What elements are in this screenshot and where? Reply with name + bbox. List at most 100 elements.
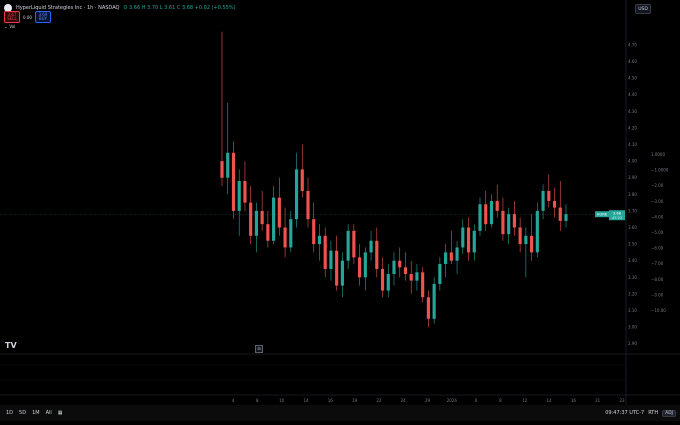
price-tick-label: 2.90 xyxy=(628,341,637,346)
candle-body xyxy=(472,230,476,253)
candle-body xyxy=(352,230,356,258)
candle-body xyxy=(237,181,241,211)
percent-tick-label: −6.00 xyxy=(651,246,664,251)
timeframe-all[interactable]: All xyxy=(46,410,52,416)
currency-button[interactable]: USD xyxy=(635,4,651,14)
candle-body xyxy=(392,260,396,274)
time-tick-label: 4 xyxy=(232,398,235,403)
candle-body xyxy=(386,273,390,291)
candle-body xyxy=(444,252,448,265)
price-tick-label: 4.50 xyxy=(628,76,637,81)
price-tick-label: 3.00 xyxy=(628,325,637,330)
candle-body xyxy=(289,219,293,248)
candle-body xyxy=(283,227,287,248)
time-tick-label: 24 xyxy=(401,398,407,403)
ohlc-values: O 3.66 H 3.70 L 3.61 C 3.68 +0.02 (+0.55… xyxy=(123,5,236,11)
percent-tick-label: −5.00 xyxy=(651,230,664,235)
candle-body xyxy=(272,197,276,241)
candle-body xyxy=(346,230,350,261)
timeframe-1m[interactable]: 1M xyxy=(32,410,40,416)
currency-label: USD xyxy=(638,6,648,12)
time-tick-label: 29 xyxy=(425,398,431,403)
time-tick-label: 16 xyxy=(571,398,577,403)
time-tick-label: 16 xyxy=(328,398,334,403)
candle-body xyxy=(524,235,528,245)
scroll-to-realtime-button[interactable]: ⊟ xyxy=(255,345,263,353)
candle-body xyxy=(369,240,373,253)
time-tick-label: 10 xyxy=(279,398,285,403)
percent-tick-label: −2.00 xyxy=(651,183,664,188)
price-tick-label: 3.70 xyxy=(628,208,637,213)
candle-body xyxy=(461,227,465,248)
candle-body xyxy=(552,200,557,208)
candle-body xyxy=(541,190,545,211)
candle-body xyxy=(358,257,362,278)
candle-body xyxy=(518,227,522,245)
chart-svg[interactable]: 4.70 4.60 4.50 4.40 4.30 4.20 4.10 4.00 3.90 3.80… xyxy=(0,0,680,421)
timeframe-1d[interactable]: 1D xyxy=(6,410,13,416)
candle-body xyxy=(266,224,270,241)
time-tick-label: 14 xyxy=(547,398,553,403)
percent-tick-label: −9.00 xyxy=(651,292,664,297)
price-tick-label: 3.40 xyxy=(628,258,637,263)
candle-body xyxy=(220,161,224,178)
status-area: 09:47:37 UTC-7 RTH ADJ xyxy=(605,405,676,421)
candle-body xyxy=(438,264,442,284)
candle-body xyxy=(489,200,494,225)
price-tick-label: 4.40 xyxy=(628,92,637,97)
price-tick-label: 3.80 xyxy=(628,192,637,197)
price-tag-countdown: 47:23 xyxy=(612,216,622,220)
candle-body xyxy=(226,152,230,178)
sell-button[interactable]: 3.67 SELL xyxy=(4,11,20,23)
price-tick-label: 3.90 xyxy=(628,175,637,180)
time-tick-label: 23 xyxy=(619,398,625,403)
buy-label: BUY xyxy=(38,16,47,21)
candle-body xyxy=(421,272,425,298)
candle-body xyxy=(398,260,402,268)
candle-body xyxy=(335,250,339,286)
price-chart[interactable]: 4.70 4.60 4.50 4.40 4.30 4.20 4.10 4.00 3.90 3.80… xyxy=(0,0,680,421)
time-tick-label: 14 xyxy=(303,398,309,403)
volume-toggle[interactable]: ⌄ Vol xyxy=(4,24,15,29)
candle-body xyxy=(530,235,534,253)
price-tag-value: 3.68 xyxy=(613,211,622,216)
candle-body xyxy=(415,272,419,281)
price-tick-label: 3.50 xyxy=(628,242,637,247)
candle-body xyxy=(249,202,253,236)
candle-body xyxy=(323,235,327,269)
candle-body xyxy=(547,190,551,201)
price-tick-label: 4.30 xyxy=(628,109,637,114)
volume-label: Vol xyxy=(9,24,16,29)
price-tick-label: 4.00 xyxy=(628,159,637,164)
percent-tick-label: −10.00 xyxy=(651,308,666,313)
candle-body xyxy=(449,252,453,261)
candle-body xyxy=(512,214,516,228)
price-tick-label: 3.20 xyxy=(628,291,637,296)
sell-label: SELL xyxy=(7,16,17,21)
tradingview-logo[interactable]: TV xyxy=(5,341,17,350)
candle-body xyxy=(329,250,333,269)
time-tick-label: 21 xyxy=(595,398,601,403)
candle-body xyxy=(380,269,385,291)
price-tick-label: 3.30 xyxy=(628,275,637,280)
candle-body xyxy=(231,152,236,211)
bottom-toolbar: 1D 5D 1M All ▦ xyxy=(0,405,680,421)
candle-body xyxy=(312,219,316,245)
percent-tick-label: −8.00 xyxy=(651,277,664,282)
candle-body xyxy=(317,235,322,245)
percent-tick-label: 1.0000 xyxy=(651,152,665,157)
candle-body xyxy=(277,197,281,228)
price-tick-label: 4.20 xyxy=(628,125,637,130)
time-tick-label: 19 xyxy=(352,398,358,403)
buy-button[interactable]: 3.69 BUY xyxy=(34,11,51,23)
candle-body xyxy=(260,210,264,225)
adj-button[interactable]: ADJ xyxy=(662,409,676,417)
timeframe-5d[interactable]: 5D xyxy=(19,410,26,416)
clock-display[interactable]: 09:47:37 UTC-7 xyxy=(605,410,644,416)
time-tick-label: 2026 xyxy=(447,398,458,403)
session-toggle[interactable]: RTH xyxy=(648,410,658,416)
calendar-icon[interactable]: ▦ xyxy=(58,410,63,416)
candle-body xyxy=(403,267,408,274)
price-tick-label: 4.60 xyxy=(628,59,637,64)
percent-tick-label: −3.00 xyxy=(651,199,664,204)
